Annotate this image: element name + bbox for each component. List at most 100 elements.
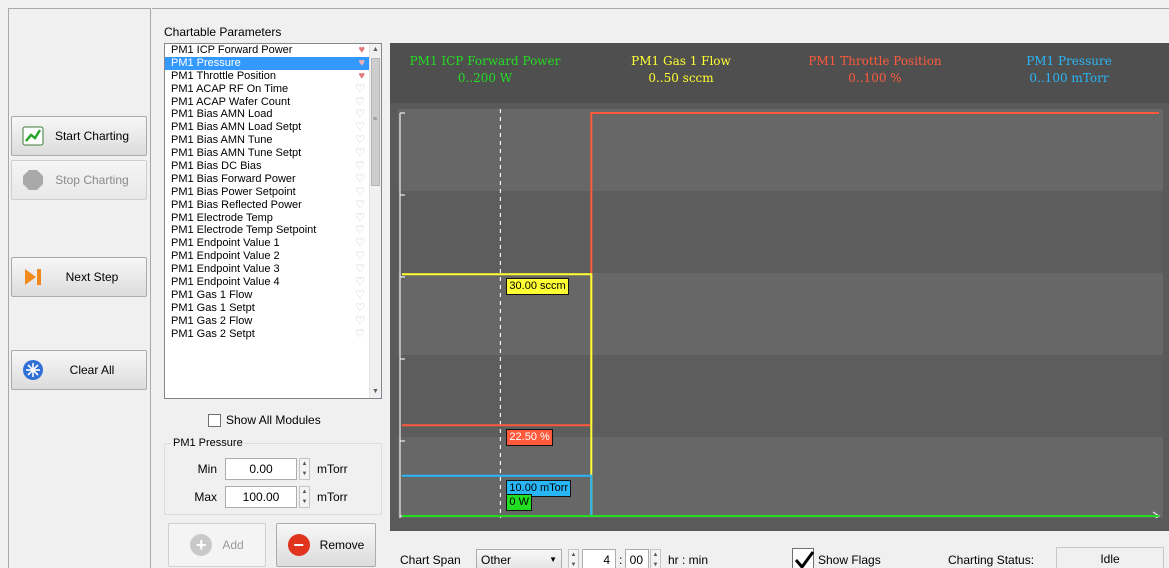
favorite-heart-icon[interactable]: ♡: [355, 328, 365, 341]
legend-range-icp-power: 0..200 W: [457, 71, 513, 85]
parameter-list-item[interactable]: PM1 Bias Reflected Power ♡: [165, 199, 369, 212]
parameter-label: PM1 ICP Forward Power: [171, 44, 293, 56]
favorite-heart-icon[interactable]: ♡: [355, 250, 365, 263]
hours-stepper[interactable]: ▲ ▼: [568, 549, 579, 568]
favorite-heart-icon[interactable]: ♥: [358, 44, 365, 57]
favorite-heart-icon[interactable]: ♡: [355, 121, 365, 134]
parameter-label: PM1 ACAP Wafer Count: [171, 95, 291, 108]
parameter-list-item[interactable]: PM1 Bias Forward Power ♡: [165, 173, 369, 186]
legend-name-gas-flow: PM1 Gas 1 Flow: [631, 54, 731, 68]
favorite-heart-icon[interactable]: ♡: [355, 199, 365, 212]
legend-range-pressure: 0..100 mTorr: [1029, 71, 1109, 85]
parameter-label: PM1 Gas 1 Setpt: [171, 301, 255, 314]
favorite-heart-icon[interactable]: ♥: [358, 57, 365, 70]
parameter-list-item[interactable]: PM1 Bias DC Bias ♡: [165, 160, 369, 173]
parameter-list-item[interactable]: PM1 Pressure ♥: [165, 56, 369, 70]
time-separator: :: [619, 553, 623, 567]
scroll-up-icon[interactable]: ▲: [370, 44, 381, 56]
chart-legend: PM1 ICP Forward Power 0..200 W PM1 Gas 1…: [390, 43, 1169, 103]
plot-area[interactable]: 30.00 sccm 22.50 % 10.00 mTorr 0 W: [398, 109, 1163, 518]
chart-span-select[interactable]: Other ▼: [476, 549, 562, 568]
favorite-heart-icon[interactable]: ♥: [358, 70, 365, 83]
stop-charting-button[interactable]: Stop Charting: [11, 160, 147, 200]
favorite-heart-icon[interactable]: ♡: [355, 302, 365, 315]
cursor-label-icp-power: 0 W: [506, 494, 532, 511]
minutes-stepper[interactable]: ▲ ▼: [650, 549, 661, 568]
favorite-heart-icon[interactable]: ♡: [355, 263, 365, 276]
favorite-heart-icon[interactable]: ♡: [355, 186, 365, 199]
max-stepper[interactable]: ▲ ▼: [299, 486, 310, 508]
show-all-modules-box[interactable]: [208, 413, 221, 427]
favorite-heart-icon[interactable]: ♡: [355, 147, 365, 160]
parameter-list-item[interactable]: PM1 Endpoint Value 2 ♡: [165, 250, 369, 263]
favorite-heart-icon[interactable]: ♡: [355, 276, 365, 289]
parameter-list-item[interactable]: PM1 ICP Forward Power ♥: [165, 44, 369, 57]
legend-entry-pressure: PM1 Pressure 0..100 mTorr: [974, 53, 1164, 87]
parameter-list-item[interactable]: PM1 Electrode Temp Setpoint ♡: [165, 224, 369, 237]
parameter-label: PM1 Pressure: [171, 56, 241, 69]
parameter-list-item[interactable]: PM1 Gas 2 Flow ♡: [165, 315, 369, 328]
parameter-list-item[interactable]: PM1 Throttle Position ♥: [165, 70, 369, 83]
parameter-list-item[interactable]: PM1 Gas 2 Setpt ♡: [165, 328, 369, 341]
series-line-throttle: [402, 112, 1159, 427]
parameter-list-item[interactable]: PM1 ACAP Wafer Count ♡: [165, 96, 369, 109]
list-scrollbar[interactable]: ▲ ≡ ▼: [369, 44, 381, 398]
parameter-list-item[interactable]: PM1 Bias AMN Tune ♡: [165, 134, 369, 147]
cursor-label-throttle: 22.50 %: [506, 429, 553, 447]
parameter-label: PM1 Throttle Position: [171, 69, 276, 82]
minutes-input[interactable]: 00: [625, 549, 649, 568]
clear-all-button[interactable]: Clear All: [11, 350, 147, 390]
parameter-list-item[interactable]: PM1 Endpoint Value 4 ♡: [165, 276, 369, 289]
parameter-list-item[interactable]: PM1 Endpoint Value 1 ♡: [165, 237, 369, 250]
next-step-button[interactable]: Next Step: [11, 257, 147, 297]
favorite-heart-icon[interactable]: ♡: [355, 212, 365, 225]
parameter-list-item[interactable]: PM1 Electrode Temp ♡: [165, 212, 369, 225]
favorite-heart-icon[interactable]: ♡: [355, 83, 365, 96]
chartable-parameters-title: Chartable Parameters: [164, 25, 282, 39]
parameter-list-item[interactable]: PM1 Gas 1 Flow ♡: [165, 289, 369, 302]
favorite-heart-icon[interactable]: ♡: [355, 237, 365, 250]
legend-entry-throttle: PM1 Throttle Position 0..100 %: [780, 53, 970, 87]
favorite-heart-icon[interactable]: ♡: [355, 224, 365, 237]
parameter-label: PM1 Bias Power Setpoint: [171, 185, 296, 198]
parameter-list-item[interactable]: PM1 Bias AMN Load Setpt ♡: [165, 121, 369, 134]
favorite-heart-icon[interactable]: ♡: [355, 160, 365, 173]
scroll-down-icon[interactable]: ▼: [370, 386, 381, 398]
parameter-list-item[interactable]: PM1 ACAP RF On Time ♡: [165, 83, 369, 96]
parameter-label: PM1 Endpoint Value 2: [171, 250, 280, 263]
favorite-heart-icon[interactable]: ♡: [355, 315, 365, 328]
favorite-heart-icon[interactable]: ♡: [355, 134, 365, 147]
chart-panel: PM1 ICP Forward Power 0..200 W PM1 Gas 1…: [390, 43, 1169, 531]
hours-input[interactable]: 4: [582, 549, 616, 568]
min-stepper[interactable]: ▲ ▼: [299, 458, 310, 480]
favorite-heart-icon[interactable]: ♡: [355, 289, 365, 302]
show-all-modules-checkbox[interactable]: Show All Modules: [208, 413, 321, 427]
favorite-heart-icon[interactable]: ♡: [355, 173, 365, 186]
favorite-heart-icon[interactable]: ♡: [355, 108, 365, 121]
skip-forward-icon: [22, 266, 44, 288]
max-label: Max: [194, 490, 217, 504]
parameter-list-item[interactable]: PM1 Endpoint Value 3 ♡: [165, 263, 369, 276]
favorite-heart-icon[interactable]: ♡: [355, 96, 365, 109]
chart-trend-icon: [22, 125, 44, 147]
checkmark-icon: [794, 551, 815, 568]
parameter-label: PM1 Electrode Temp: [171, 211, 273, 224]
chevron-down-icon: ▼: [549, 555, 557, 564]
parameter-list-item[interactable]: PM1 Gas 1 Setpt ♡: [165, 302, 369, 315]
parameter-label: PM1 Bias AMN Tune: [171, 134, 273, 147]
range-group: PM1 Pressure Min 0.00 ▲ ▼ mTorr Max 100.0…: [164, 437, 382, 515]
start-charting-button[interactable]: Start Charting: [11, 116, 147, 156]
show-flags-checkbox[interactable]: [792, 548, 815, 568]
parameter-list-item[interactable]: PM1 Bias Power Setpoint ♡: [165, 186, 369, 199]
parameter-label: PM1 Gas 2 Flow: [171, 314, 253, 327]
parameter-list-item[interactable]: PM1 Bias AMN Load ♡: [165, 108, 369, 121]
max-input[interactable]: 100.00: [225, 486, 297, 508]
parameter-listbox[interactable]: PM1 ICP Forward Power ♥ PM1 Pressure ♥ PM1 T…: [164, 43, 382, 399]
min-input[interactable]: 0.00: [225, 458, 297, 480]
max-unit: mTorr: [317, 490, 348, 504]
parameter-list-item[interactable]: PM1 Bias AMN Tune Setpt ♡: [165, 147, 369, 160]
min-label: Min: [197, 462, 217, 476]
parameter-list: PM1 ICP Forward Power ♥ PM1 Pressure ♥ PM1 T…: [165, 44, 381, 340]
parameter-label: PM1 Bias AMN Tune Setpt: [171, 147, 302, 160]
charting-status-value: Idle: [1056, 547, 1164, 568]
